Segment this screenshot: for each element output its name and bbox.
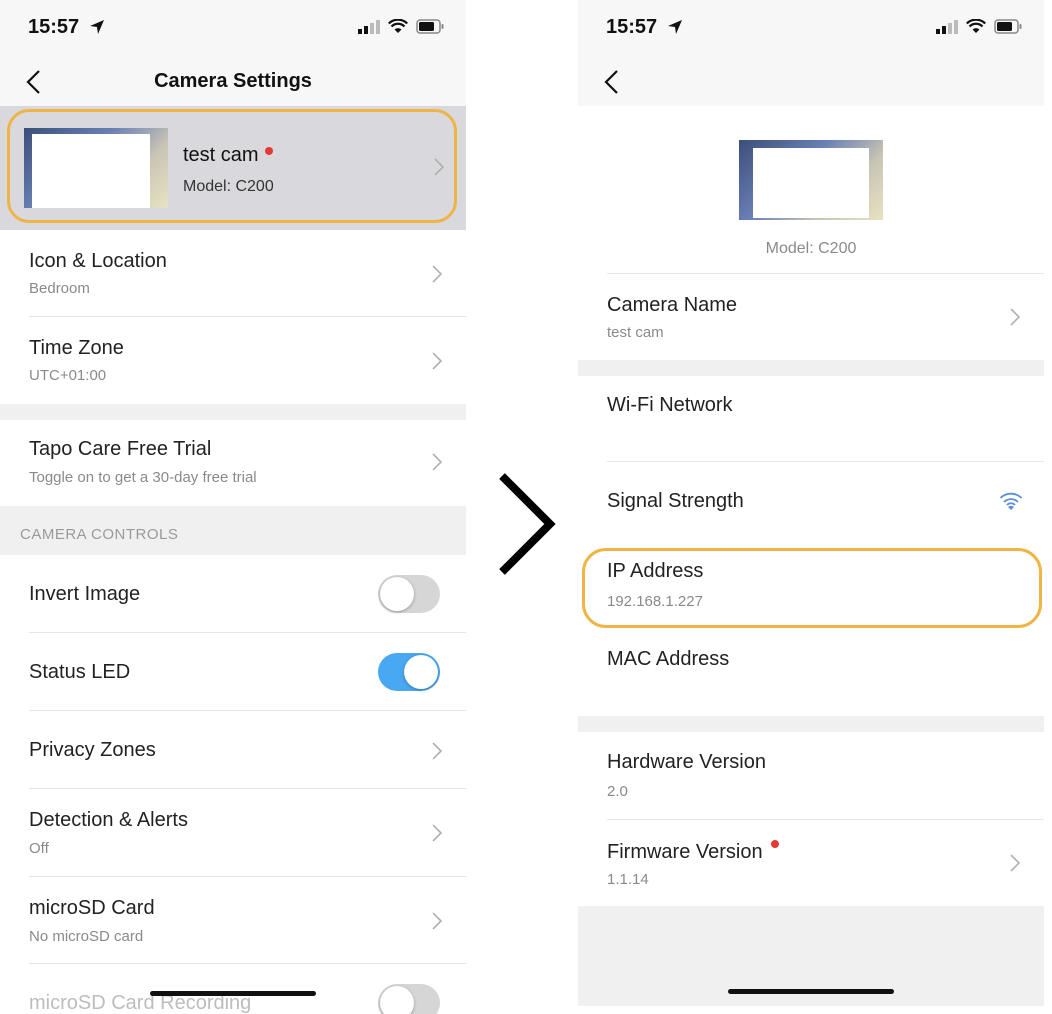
wifi-signal-icon [999, 492, 1023, 510]
right-screen: 15:57 Model: C200 Camera Name test cam W… [578, 0, 1044, 1006]
chevron-right-icon [432, 742, 442, 760]
row-title: Camera Name [607, 294, 738, 316]
row-title: MAC Address [607, 648, 730, 670]
row-title: Wi-Fi Network [607, 394, 733, 416]
section-header: CAMERA CONTROLS [0, 506, 466, 555]
microsd-recording-toggle[interactable] [378, 984, 440, 1014]
row-detection-alerts[interactable]: Detection & Alerts Off [0, 789, 466, 877]
home-indicator [728, 989, 894, 994]
wifi-icon [388, 19, 408, 33]
status-bar: 15:57 [0, 0, 466, 58]
chevron-right-icon [432, 265, 442, 283]
row-microsd-recording: microSD Card Recording [0, 964, 466, 1014]
row-subtitle: 2.0 [607, 783, 628, 800]
battery-icon [994, 19, 1022, 34]
invert-image-toggle[interactable] [378, 575, 440, 613]
status-time-text: 15:57 [606, 16, 658, 38]
nav-bar [578, 58, 1044, 106]
row-mac-address: MAC Address [578, 632, 1044, 716]
section-label-camera-controls: CAMERA CONTROLS [20, 526, 179, 543]
row-title: Hardware Version [607, 751, 766, 773]
row-icon-location[interactable]: Icon & Location Bedroom [0, 230, 466, 317]
row-title: Icon & Location [29, 250, 167, 272]
row-firmware-version[interactable]: Firmware Version 1.1.14 [578, 820, 1044, 906]
wifi-icon [966, 19, 986, 33]
toggle-knob [404, 655, 438, 689]
camera-model: Model: C200 [765, 240, 857, 257]
row-subtitle: Bedroom [29, 280, 90, 297]
location-arrow-icon [667, 20, 682, 34]
location-arrow-icon [89, 20, 104, 34]
chevron-right-icon [432, 453, 442, 471]
row-invert-image: Invert Image [0, 555, 466, 633]
row-title: Status LED [29, 661, 131, 683]
chevron-right-icon [432, 912, 442, 930]
row-signal-strength: Signal Strength [578, 462, 1044, 542]
update-badge [770, 840, 779, 848]
camera-info-header: Model: C200 [578, 106, 1044, 274]
row-camera-name[interactable]: Camera Name test cam [578, 274, 1044, 360]
row-subtitle: UTC+01:00 [29, 367, 107, 384]
row-time-zone[interactable]: Time Zone UTC+01:00 [0, 317, 466, 404]
row-title: Detection & Alerts [29, 809, 188, 831]
row-subtitle: Off [29, 840, 49, 857]
page-title: Camera Settings [154, 70, 312, 92]
back-chevron-icon[interactable] [602, 68, 620, 96]
toggle-knob [380, 986, 414, 1014]
signal-bars-icon [936, 19, 958, 34]
row-subtitle: No microSD card [29, 928, 144, 945]
chevron-right-icon [432, 352, 442, 370]
row-tapo-care-trial[interactable]: Tapo Care Free Trial Toggle on to get a … [0, 420, 466, 506]
row-subtitle: test cam [607, 324, 664, 341]
chevron-right-icon [1010, 854, 1020, 872]
status-time-text: 15:57 [28, 16, 80, 38]
row-subtitle: 1.1.14 [607, 871, 649, 888]
status-time: 15:57 [28, 16, 105, 39]
camera-thumbnail [739, 140, 883, 220]
row-microsd-card[interactable]: microSD Card No microSD card [0, 877, 466, 964]
camera-header-card[interactable]: test cam Model: C200 [0, 106, 466, 230]
section-gap [578, 360, 1044, 376]
row-status-led: Status LED [0, 633, 466, 711]
left-screen: 15:57 Camera Settings test cam Model: C2… [0, 0, 466, 1014]
signal-bars-icon [358, 19, 380, 34]
highlight-outline [582, 548, 1042, 628]
chevron-right-icon [432, 824, 442, 842]
row-hardware-version: Hardware Version 2.0 [578, 732, 1044, 820]
row-title-text: Firmware Version [607, 841, 763, 863]
row-title: Privacy Zones [29, 739, 156, 761]
row-title: Time Zone [29, 337, 124, 359]
status-bar: 15:57 [578, 0, 1044, 58]
toggle-knob [380, 577, 414, 611]
section-gap [578, 716, 1044, 732]
nav-bar: Camera Settings [0, 58, 466, 106]
battery-icon [416, 19, 444, 34]
status-led-toggle[interactable] [378, 653, 440, 691]
row-title: Tapo Care Free Trial [29, 438, 212, 460]
row-title: microSD Card [29, 897, 155, 919]
row-wifi-network: Wi-Fi Network [578, 376, 1044, 462]
highlight-outline [7, 109, 457, 223]
row-title: Signal Strength [607, 490, 744, 512]
redacted-area [753, 148, 869, 218]
row-privacy-zones[interactable]: Privacy Zones [0, 711, 466, 789]
row-subtitle: Toggle on to get a 30-day free trial [29, 469, 257, 486]
home-indicator [150, 991, 316, 996]
status-time: 15:57 [606, 16, 683, 39]
row-title: Firmware Version [607, 840, 779, 864]
section-gap [0, 404, 466, 420]
transition-chevron-icon [499, 473, 556, 575]
chevron-right-icon [1010, 308, 1020, 326]
row-title: Invert Image [29, 583, 141, 605]
